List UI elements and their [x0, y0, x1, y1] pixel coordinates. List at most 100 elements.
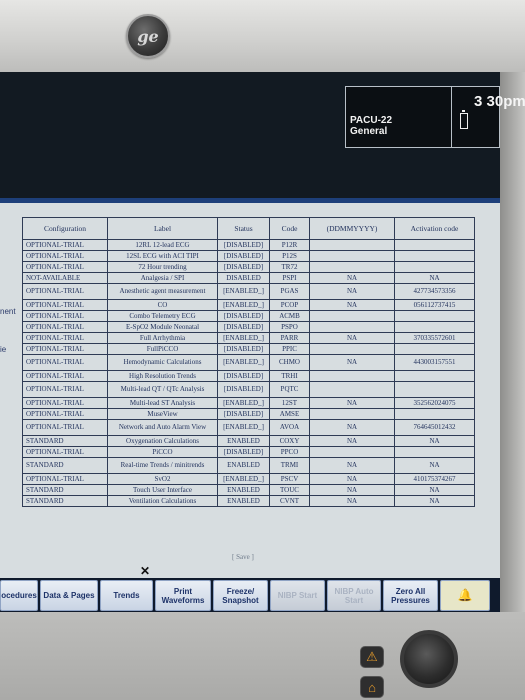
cell-expiration	[309, 408, 395, 420]
room-name: PACU-22	[350, 115, 393, 126]
cursor-x-icon: ✕	[140, 564, 151, 578]
screen-header: PACU-22 General 3 30pm	[0, 72, 525, 203]
top-bezel: ge	[0, 0, 525, 78]
softkey-3[interactable]: Print Waveforms	[155, 580, 211, 611]
table-row[interactable]: OPTIONAL-TRIAL FullPiCCO [DISABLED] PPIC	[22, 343, 475, 355]
cell-activation-code	[394, 446, 475, 458]
table-row[interactable]: OPTIONAL-TRIAL High Resolution Trends [DIS…	[22, 370, 475, 382]
table-row[interactable]: OPTIONAL-TRIAL 12SL ECG with ACI TIPI [DIS…	[22, 250, 475, 262]
save-button[interactable]: [ Save ]	[232, 553, 254, 561]
table-row[interactable]: STANDARD Oxygenation Calculations ENABLED C…	[22, 435, 475, 447]
cell-expiration: NA	[309, 473, 395, 485]
cell-activation-code	[394, 381, 475, 398]
header-expiration-date: (DDMMYYYY)	[309, 217, 395, 240]
trim-knob[interactable]	[400, 630, 458, 688]
table-row[interactable]: OPTIONAL-TRIAL SvO2 [ENABLED_] PSCV NA 410175…	[22, 473, 475, 485]
cell-code: TOUC	[269, 484, 310, 496]
cell-configuration: OPTIONAL-TRIAL	[22, 370, 108, 382]
cell-expiration	[309, 310, 395, 322]
cell-configuration: NOT-AVAILABLE	[22, 272, 108, 284]
table-row[interactable]: OPTIONAL-TRIAL Full Arrhythmia [ENABLED_] P…	[22, 332, 475, 344]
cell-label: Multi-lead ST Analysis	[107, 397, 218, 409]
cell-label: CO	[107, 299, 218, 311]
cell-status: ENABLED	[217, 484, 270, 496]
softkey-5[interactable]: NIBP Start	[270, 580, 325, 611]
cell-code: CVNT	[269, 495, 310, 507]
header-code: Code	[269, 217, 310, 240]
cell-expiration	[309, 321, 395, 333]
softkey-6[interactable]: NIBP Auto Start	[327, 580, 381, 611]
cell-configuration: OPTIONAL-TRIAL	[22, 321, 108, 333]
header-status: Status	[217, 217, 270, 240]
cell-activation-code	[394, 343, 475, 355]
cell-label: Network and Auto Alarm View	[107, 419, 218, 436]
right-bezel	[500, 72, 525, 612]
cell-activation-code: 370335572601	[394, 332, 475, 344]
cell-label: Multi-lead QT / QTc Analysis	[107, 381, 218, 398]
cell-expiration: NA	[309, 419, 395, 436]
cell-activation-code	[394, 370, 475, 382]
room-box[interactable]: PACU-22 General	[345, 86, 452, 148]
cell-label: Full Arrhythmia	[107, 332, 218, 344]
alarm-silence-button[interactable]: ⚠	[360, 646, 384, 668]
cell-configuration: STANDARD	[22, 435, 108, 447]
table-row[interactable]: OPTIONAL-TRIAL MuseView [DISABLED] AMSE	[22, 408, 475, 420]
cell-code: PCOP	[269, 299, 310, 311]
table-row[interactable]: OPTIONAL-TRIAL Network and Auto Alarm Vie…	[22, 419, 475, 436]
header-label: Label	[107, 217, 218, 240]
table-row[interactable]: OPTIONAL-TRIAL Anesthetic agent measureme…	[22, 283, 475, 300]
softkey-2[interactable]: Trends	[100, 580, 153, 611]
softkey-1[interactable]: Data & Pages	[40, 580, 98, 611]
cell-expiration: NA	[309, 435, 395, 447]
cell-code: TRHI	[269, 370, 310, 382]
cell-status: ENABLED	[217, 495, 270, 507]
cell-configuration: OPTIONAL-TRIAL	[22, 354, 108, 371]
table-row[interactable]: NOT-AVAILABLE Analgesia / SPI DISABLED PSPI…	[22, 272, 475, 284]
cell-activation-code: NA	[394, 435, 475, 447]
cell-status: DISABLED	[217, 272, 270, 284]
cell-status: [DISABLED]	[217, 446, 270, 458]
header-activation-code: Activation code	[394, 217, 475, 240]
cell-configuration: OPTIONAL-TRIAL	[22, 332, 108, 344]
monitor-screen: PACU-22 General 3 30pm nent ie Configura…	[0, 72, 525, 614]
cell-status: [DISABLED]	[217, 239, 270, 251]
cell-configuration: OPTIONAL-TRIAL	[22, 261, 108, 273]
softkey-0[interactable]: ocedures	[0, 580, 38, 611]
table-row[interactable]: OPTIONAL-TRIAL 12RL 12-lead ECG [DISABLED]…	[22, 239, 475, 251]
cell-label: Oxygenation Calculations	[107, 435, 218, 447]
cell-activation-code: 056112737415	[394, 299, 475, 311]
cell-label: E-SpO2 Module Neonatal	[107, 321, 218, 333]
side-label-1: nent	[0, 307, 16, 316]
cell-expiration: NA	[309, 397, 395, 409]
cell-expiration: NA	[309, 457, 395, 474]
cell-expiration: NA	[309, 354, 395, 371]
table-row[interactable]: STANDARD Touch User Interface ENABLED TOUC N…	[22, 484, 475, 496]
table-row[interactable]: STANDARD Real-time Trends / minitrends ENA…	[22, 457, 475, 474]
table-row[interactable]: OPTIONAL-TRIAL CO [ENABLED_] PCOP NA 05611273…	[22, 299, 475, 311]
softkey-7[interactable]: Zero All Pressures	[383, 580, 438, 611]
cell-status: [DISABLED]	[217, 321, 270, 333]
alarm-setup-button[interactable]: 🔔	[440, 580, 490, 611]
cell-label: Anesthetic agent measurement	[107, 283, 218, 300]
cell-label: Combo Telemetry ECG	[107, 310, 218, 322]
cell-configuration: OPTIONAL-TRIAL	[22, 397, 108, 409]
cell-status: [DISABLED]	[217, 381, 270, 398]
cell-status: [ENABLED_]	[217, 283, 270, 300]
cell-activation-code	[394, 408, 475, 420]
cell-configuration: OPTIONAL-TRIAL	[22, 473, 108, 485]
table-row[interactable]: OPTIONAL-TRIAL 72 Hour trending [DISABLED]…	[22, 261, 475, 273]
home-button[interactable]: ⌂	[360, 676, 384, 698]
table-row[interactable]: OPTIONAL-TRIAL Multi-lead ST Analysis [ENA…	[22, 397, 475, 409]
cell-label: 12SL ECG with ACI TIPI	[107, 250, 218, 262]
clock-time: 3 30pm	[474, 93, 525, 110]
table-row[interactable]: STANDARD Ventilation Calculations ENABLED C…	[22, 495, 475, 507]
table-row[interactable]: OPTIONAL-TRIAL Hemodynamic Calculations [E…	[22, 354, 475, 371]
table-row[interactable]: OPTIONAL-TRIAL Multi-lead QT / QTc Analys…	[22, 381, 475, 398]
cell-code: ACMB	[269, 310, 310, 322]
table-row[interactable]: OPTIONAL-TRIAL Combo Telemetry ECG [DISABL…	[22, 310, 475, 322]
table-row[interactable]: OPTIONAL-TRIAL PiCCO [DISABLED] PPCO	[22, 446, 475, 458]
cell-label: SvO2	[107, 473, 218, 485]
table-row[interactable]: OPTIONAL-TRIAL E-SpO2 Module Neonatal [DIS…	[22, 321, 475, 333]
cell-label: FullPiCCO	[107, 343, 218, 355]
softkey-4[interactable]: Freeze/ Snapshot	[213, 580, 268, 611]
